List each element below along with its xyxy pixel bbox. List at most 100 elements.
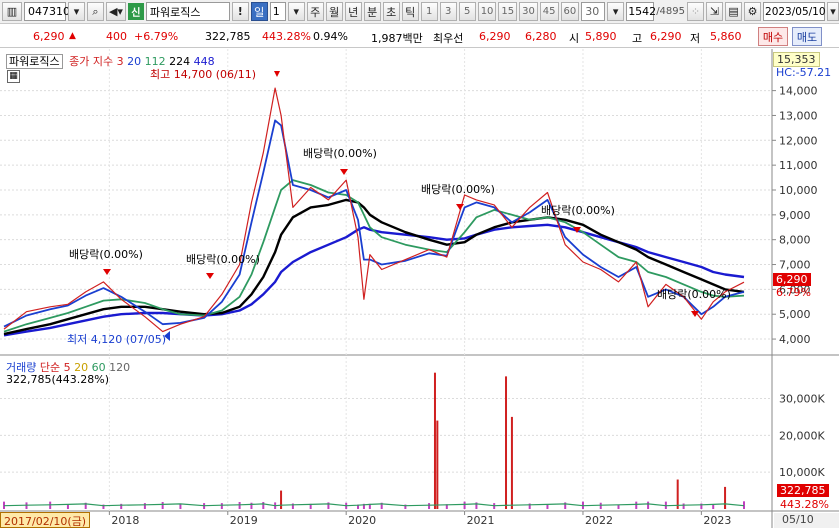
dividend-annotation-2019: 배당락(0.00%) [303,147,377,160]
ma-3-label: 3 [116,55,124,68]
low-annotation: 최저 4,120 (07/05) [67,333,167,346]
date-dropdown-icon[interactable]: ▾ [827,2,839,21]
quote-info-bar: 6,290 ▲ 400 +6.79% 322,785 443.28% 0.94%… [0,26,839,48]
period-monthly-button[interactable]: 월 [325,2,343,21]
period-minute-button[interactable]: 분 [363,2,381,21]
interval-30-button[interactable]: 30 [519,2,538,21]
dividend-annotation-2022: 배당락(0.00%) [657,288,731,301]
period-dropdown-icon[interactable]: ▾ [287,2,305,21]
gear-icon[interactable]: ⚙ [744,2,762,21]
trading-amount: 1,987백만 [371,32,423,45]
best-ask-price: 6,290 [479,30,511,43]
volume-pct-tag: 443.28% [780,498,829,511]
interval-value-field[interactable]: 30 [581,2,606,21]
turnover-ratio: 0.94% [313,30,348,43]
chart-area[interactable]: 14,000 13,000 12,000 11,000 10,000 9,000 8,000… [0,49,839,528]
count-total-label: /4895 [656,6,686,17]
high-price: 6,290 [650,30,682,43]
period-weekly-button[interactable]: 주 [306,2,324,21]
volume-tick-label: 10,000K [779,466,825,479]
volume-spike-bar [433,372,436,509]
stock-name-tag[interactable]: 파워로직스 [6,54,63,69]
volume-bar [546,504,549,509]
current-pct-tag: 6.79% [776,286,811,299]
volume-ma-line [3,503,745,507]
low-label: 저 [690,32,701,45]
volume-bar [220,503,223,509]
search-icon[interactable]: ⌕ [86,2,104,21]
volume-spike-bar [676,479,679,509]
low-price: 5,860 [710,30,742,43]
volume-bar [143,503,146,509]
sell-button[interactable]: 매도 [792,27,822,46]
stock-code-input[interactable]: 047310 [23,2,70,21]
volume-spike-bar [436,420,439,509]
interval-3-button[interactable]: 3 [439,2,457,21]
period-daily-button[interactable]: 일 [250,2,268,21]
top-value-tag: 15,353 [773,52,820,67]
year-tick-label: 2022 [585,514,613,527]
best-quote-label: 최우선 [433,32,464,45]
code-dropdown-icon[interactable]: ▾ [67,2,85,21]
dividend-annotation-2021: 배당락(0.00%) [541,204,615,217]
volume-bar [682,503,685,509]
credit-badge: 신 [127,3,144,20]
open-label: 시 [569,32,580,45]
volume-spike-bar [505,376,508,509]
count-field[interactable]: 1542 [626,2,656,21]
price-tick-label: 11,000 [779,159,818,172]
dividend-annotation-2018: 배당락(0.00%) [186,253,260,266]
price-change: 400 [106,30,127,43]
speaker-icon[interactable]: ◀▾ [105,2,126,21]
layout-icon[interactable]: ▥ [2,2,22,21]
year-tick-label: 2019 [230,514,258,527]
settings-icon[interactable]: ⁘ [687,2,705,21]
interval-1-button[interactable]: 1 [420,2,438,21]
volume-spike-bar [724,486,727,509]
volume-sub-label: 322,785(443.28%) [6,373,110,386]
volume-bar [66,504,69,509]
table-icon[interactable]: ▦ [7,70,20,83]
open-price: 5,890 [585,30,617,43]
period-yearly-button[interactable]: 년 [344,2,362,21]
interval-dropdown-icon[interactable]: ▾ [607,2,625,21]
volume-tag: 322,785 [777,484,829,497]
year-tick-label: 2023 [703,514,731,527]
high-annotation: 최고 14,700 (06/11) [150,68,257,81]
buy-button[interactable]: 매수 [758,27,788,46]
interval-45-button[interactable]: 45 [539,2,559,21]
close-index-label: 종가 지수 [69,55,114,68]
volume-spike-bar [510,416,513,509]
date-field[interactable]: 2023/05/10 [763,2,826,21]
period-second-button[interactable]: 초 [382,2,400,21]
volume-bar [238,502,241,509]
volume-spike-bar [280,490,283,509]
alert-button[interactable]: ! [231,2,249,21]
up-arrow-icon: ▲ [69,31,76,41]
volume-bar [179,504,182,509]
cursor-date-box: 2017/02/10(금) [0,512,91,528]
volume-bar [599,502,602,509]
interval-60-button[interactable]: 60 [560,2,580,21]
hc-value-label: HC:-57.21 [776,66,832,79]
save-icon[interactable]: ▤ [725,2,743,21]
interval-5-button[interactable]: 5 [458,2,476,21]
price-tick-label: 14,000 [779,85,818,98]
ma-20-label: 20 [127,55,142,68]
volume-bar [463,501,466,509]
year-tick-label: 2021 [467,514,495,527]
volume-tick-label: 30,000K [779,392,825,405]
volume-value: 322,785 [205,30,251,43]
best-bid-price: 6,280 [525,30,557,43]
dividend-annotation-2020: 배당락(0.00%) [421,183,495,196]
price-tick-label: 8,000 [779,234,811,247]
period-tick-button[interactable]: 틱 [401,2,419,21]
chart-edit-icon[interactable]: ⇲ [706,2,724,21]
interval-10-button[interactable]: 10 [477,2,497,21]
volume-tick-label: 20,000K [779,429,825,442]
period-value-field[interactable]: 1 [269,2,286,21]
current-price: 6,290 [33,30,65,43]
year-tick-label: 2020 [348,514,376,527]
interval-15-button[interactable]: 15 [498,2,518,21]
end-date-label: 05/10 [774,513,839,528]
